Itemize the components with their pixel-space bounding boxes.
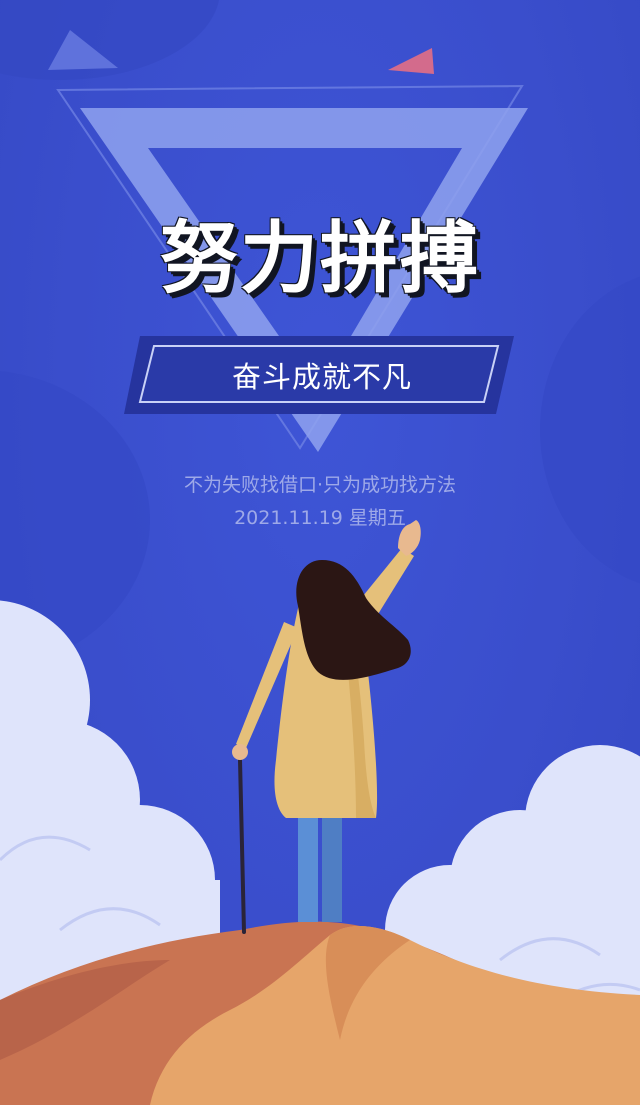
slogan: 不为失败找借口·只为成功找方法 <box>183 474 457 496</box>
banner-text: 奋斗成就不凡 <box>231 360 412 394</box>
background-blob-right <box>540 276 640 584</box>
leg-left <box>298 812 318 922</box>
date-text: 2021.11.19 星期五 <box>234 507 406 529</box>
illustration <box>0 0 640 1105</box>
poster: 努力拼搏 奋斗成就不凡 不为失败找借口·只为成功找方法 2021.11.19 星… <box>0 0 640 1105</box>
walking-stick <box>238 758 246 934</box>
lowered-hand <box>232 744 248 760</box>
leg-right <box>322 812 342 922</box>
headline: 努力拼搏 <box>159 214 480 304</box>
decor-triangle-right <box>388 48 434 74</box>
